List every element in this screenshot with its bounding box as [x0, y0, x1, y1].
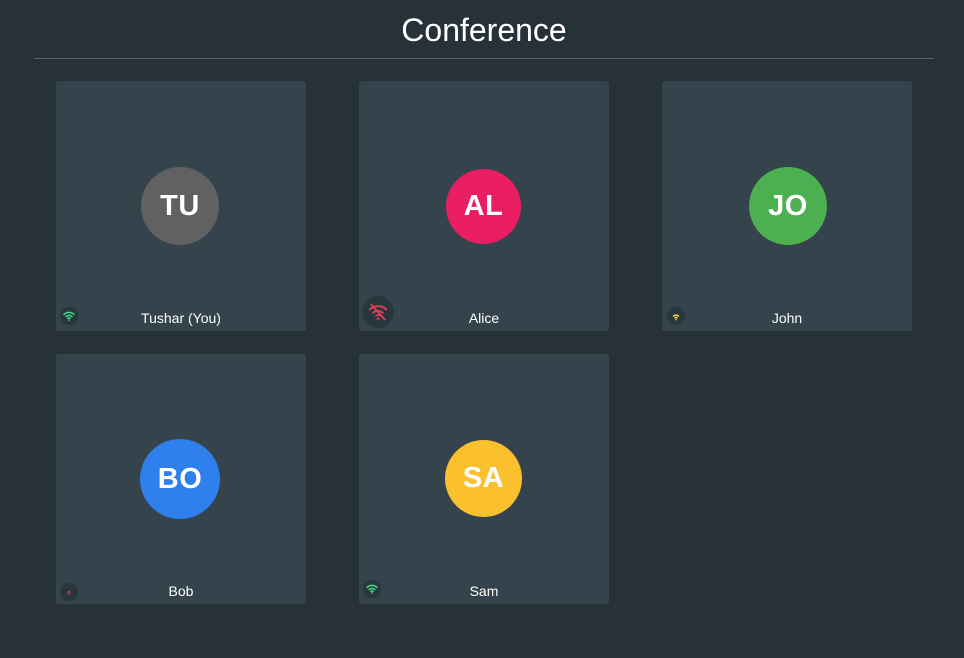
avatar: TU [141, 167, 219, 245]
participant-name: Bob [168, 583, 194, 599]
avatar-initials: TU [160, 189, 200, 222]
avatar-initials: SA [462, 462, 505, 494]
participant-name: Alice [468, 310, 500, 326]
page-title: Conference [401, 12, 567, 48]
avatar: SA [445, 440, 522, 517]
participant-name: Sam [469, 583, 499, 599]
participant-tile-john[interactable]: JO John [662, 81, 912, 331]
avatar: JO [749, 167, 827, 245]
page-header: Conference [34, 0, 934, 59]
participant-name: Tushar (You) [141, 310, 221, 326]
avatar-initials: AL [463, 190, 504, 222]
avatar-initials: BO [157, 462, 203, 495]
avatar: BO [140, 439, 220, 519]
avatar-initials: JO [768, 189, 808, 222]
participant-tile-sam[interactable]: SA Sam [359, 354, 609, 604]
participant-name: John [771, 310, 803, 326]
avatar: AL [446, 169, 521, 244]
participant-tile-bob[interactable]: BO Bob [56, 354, 306, 604]
participant-tile-tushar[interactable]: TU Tushar (You) [56, 81, 306, 331]
participant-tile-alice[interactable]: AL Alice [359, 81, 609, 331]
